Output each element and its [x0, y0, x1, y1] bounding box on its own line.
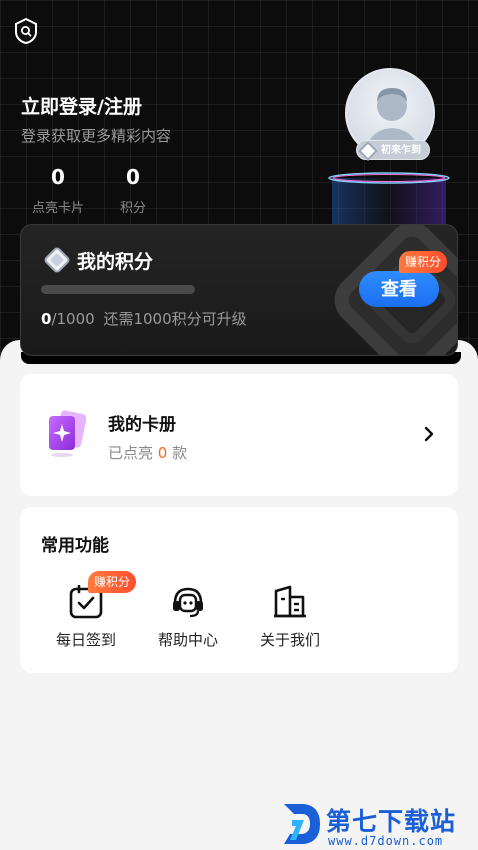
- points-status: 0/1000 还需1000积分可升级: [41, 308, 247, 329]
- functions-title: 常用功能: [41, 536, 109, 556]
- function-label: 每日签到: [55, 631, 116, 649]
- level-badge: 初来乍到: [356, 140, 430, 161]
- gem-icon: [358, 141, 378, 161]
- my-album-card[interactable]: 我的卡册 已点亮 0 款: [20, 374, 458, 496]
- stat-value: 0: [126, 165, 140, 189]
- album-title: 我的卡册: [108, 415, 176, 435]
- album-count: 0: [157, 444, 168, 462]
- points-total: /1000: [51, 310, 95, 328]
- watermark-url: www.d7down.com: [328, 834, 444, 848]
- login-subtitle: 登录获取更多精彩内容: [21, 127, 172, 145]
- common-functions-card: 常用功能 每日签到 帮助中心 关于我们 赚积分: [20, 507, 458, 673]
- album-subtitle: 已点亮 0 款: [108, 442, 187, 463]
- stat-points[interactable]: 0 积分: [103, 165, 163, 216]
- watermark-name: 第七下载站: [326, 807, 457, 836]
- site-watermark: 第七下载站 www.d7down.com: [282, 800, 478, 850]
- daily-checkin-button[interactable]: 每日签到: [46, 585, 126, 650]
- shield-search-icon: [15, 18, 37, 44]
- earn-points-tag: 赚积分: [88, 571, 137, 593]
- points-current: 0: [41, 310, 52, 328]
- login-register-link[interactable]: 立即登录/注册: [21, 92, 142, 119]
- help-center-button[interactable]: 帮助中心: [148, 585, 228, 650]
- stat-label: 积分: [119, 201, 146, 216]
- album-sub-prefix: 已点亮: [108, 444, 154, 462]
- function-label: 关于我们: [259, 631, 320, 649]
- chevron-right-icon: [424, 426, 434, 442]
- stat-lit-cards[interactable]: 0 点亮卡片: [28, 165, 88, 216]
- d7-logo-icon: [284, 804, 320, 844]
- level-badge-label: 初来乍到: [381, 145, 421, 156]
- card-album-icon: [49, 410, 86, 457]
- stat-label: 点亮卡片: [31, 201, 84, 216]
- album-sub-suffix: 款: [172, 444, 188, 462]
- earn-points-tag: 赚积分: [399, 251, 448, 273]
- points-upgrade-hint: 还需1000积分可升级: [103, 310, 247, 328]
- privacy-shield-button[interactable]: [12, 16, 40, 46]
- stat-value: 0: [51, 165, 65, 189]
- about-us-button[interactable]: 关于我们: [250, 585, 330, 650]
- points-title: 我的积分: [77, 251, 154, 273]
- points-progress-bar: [41, 285, 195, 294]
- headset-icon: [173, 587, 203, 618]
- building-icon: [274, 585, 306, 618]
- points-card[interactable]: 我的积分 0/1000 还需1000积分可升级 查看 赚积分: [20, 224, 458, 356]
- points-gem-icon: [44, 247, 70, 273]
- function-label: 帮助中心: [157, 631, 218, 649]
- view-points-button[interactable]: 查看: [359, 271, 439, 307]
